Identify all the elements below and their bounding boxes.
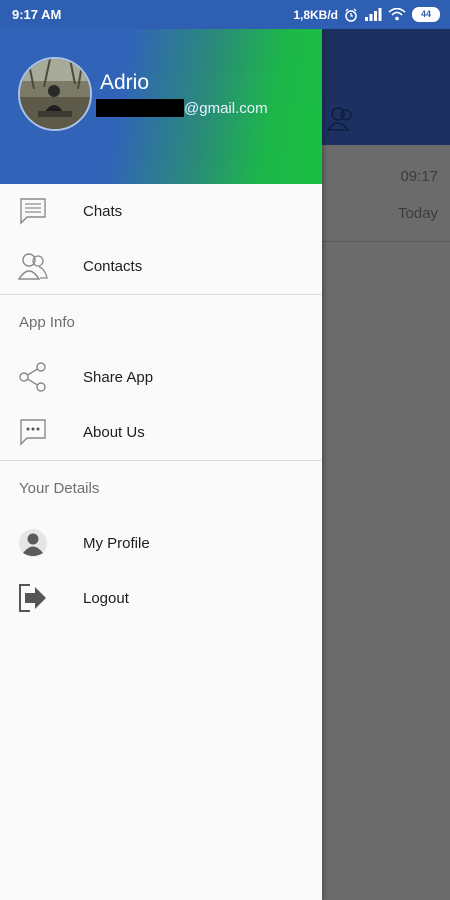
email-domain: @gmail.com — [184, 99, 268, 117]
menu-label: About Us — [83, 424, 145, 441]
menu-item-about-us[interactable]: About Us — [0, 405, 322, 460]
section-title-your-details: Your Details — [19, 480, 100, 497]
status-icons: 1,8KB/d 44 — [293, 7, 440, 22]
menu-label: Chats — [83, 203, 123, 220]
menu-item-chats[interactable]: Chats — [0, 184, 322, 239]
background-chat-list: 09:17 Today — [322, 145, 450, 900]
menu-item-logout[interactable]: Logout — [0, 571, 322, 626]
net-speed: 1,8KB/d — [293, 7, 338, 22]
contacts-icon — [326, 107, 352, 131]
status-time: 9:17 AM — [12, 7, 62, 22]
background-toolbar — [322, 29, 450, 145]
chat-icon — [20, 198, 46, 225]
signal-icon — [365, 8, 382, 21]
logout-icon — [19, 584, 46, 612]
background-time: 09:17 — [400, 168, 438, 185]
menu-item-my-profile[interactable]: My Profile — [0, 516, 322, 571]
contacts-icon — [18, 253, 48, 280]
drawer-header: Adrio @gmail.com — [0, 29, 322, 184]
drawer-menu: Chats Contacts App Info Share App About … — [0, 184, 322, 626]
user-name: Adrio — [100, 71, 150, 94]
avatar[interactable] — [18, 57, 92, 131]
background-app: 09:17 Today — [322, 29, 450, 900]
menu-label: Share App — [83, 369, 154, 386]
menu-label: My Profile — [83, 535, 150, 552]
menu-label: Contacts — [83, 258, 143, 275]
menu-label: Logout — [83, 590, 129, 607]
wifi-icon — [388, 8, 406, 21]
alarm-icon — [345, 8, 357, 22]
menu-item-contacts[interactable]: Contacts — [0, 239, 322, 294]
background-divider — [322, 241, 450, 242]
user-email: @gmail.com — [96, 99, 268, 117]
email-redaction — [96, 99, 184, 117]
avatar-photo — [20, 59, 90, 129]
section-title-app-info: App Info — [19, 314, 75, 331]
share-icon — [19, 362, 46, 392]
battery-indicator: 44 — [412, 7, 440, 22]
status-bar: 9:17 AM 1,8KB/d 44 — [0, 0, 450, 29]
background-date: Today — [397, 205, 438, 222]
navigation-drawer: Adrio @gmail.com Chats Contacts App Info… — [0, 29, 322, 900]
about-icon — [20, 419, 46, 446]
menu-item-share-app[interactable]: Share App — [0, 350, 322, 405]
profile-icon — [19, 529, 47, 557]
